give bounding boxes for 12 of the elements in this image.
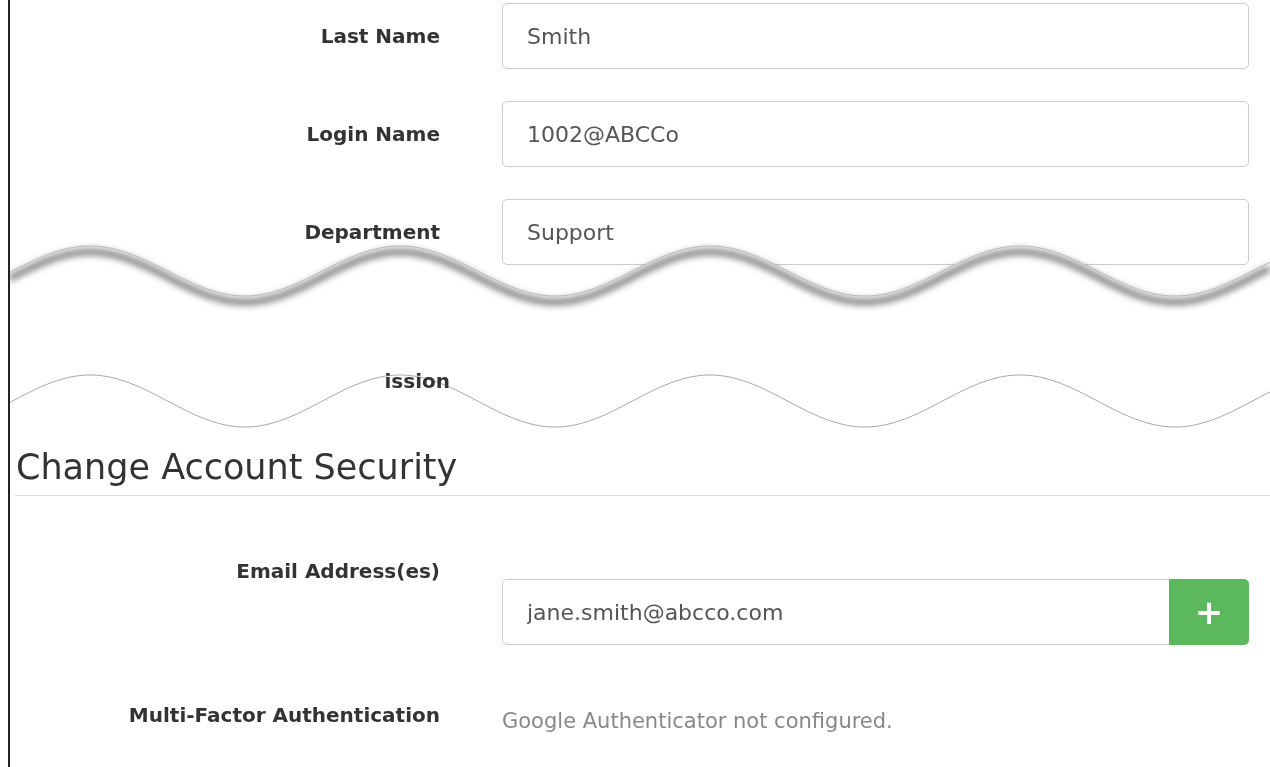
section-heading: Change Account Security <box>16 446 458 489</box>
field-label: Department <box>304 220 440 244</box>
field-label: Email Address(es) <box>236 559 440 583</box>
input-field[interactable]: Support <box>502 199 1249 265</box>
email-field[interactable]: jane.smith@abcco.com <box>502 579 1169 645</box>
input-field[interactable]: 1002@ABCCo <box>502 101 1249 167</box>
mfa-status: Google Authenticator not configured. <box>502 709 894 733</box>
field-label: ission <box>384 369 450 393</box>
field-label: Multi-Factor Authentication <box>128 703 440 727</box>
input-field[interactable]: Smith <box>502 3 1249 69</box>
field-label: Login Name <box>306 122 440 146</box>
field-label: Last Name <box>320 24 440 48</box>
